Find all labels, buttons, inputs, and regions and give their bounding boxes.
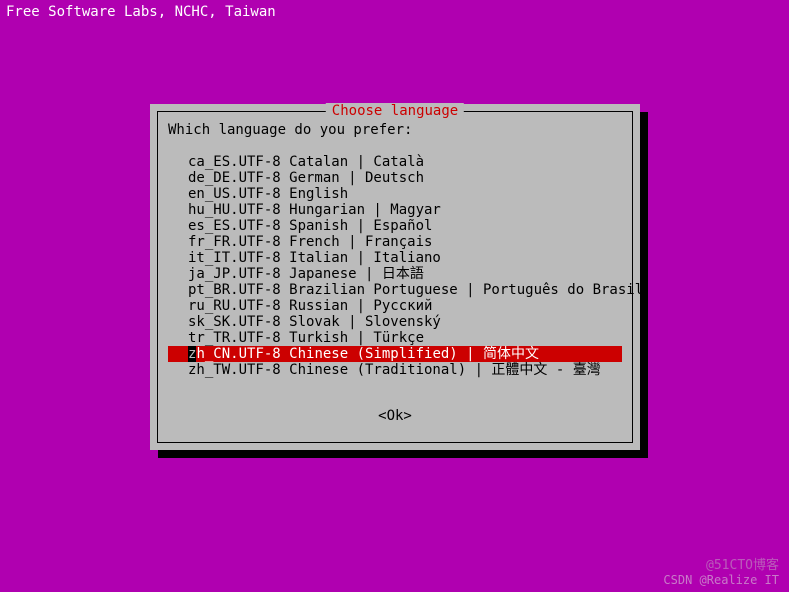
header-text: Free Software Labs, NCHC, Taiwan bbox=[6, 4, 276, 20]
language-option[interactable]: ja_JP.UTF-8 Japanese | 日本語 bbox=[168, 266, 622, 282]
language-option[interactable]: sk_SK.UTF-8 Slovak | Slovenský bbox=[168, 314, 622, 330]
language-option[interactable]: zh_CN.UTF-8 Chinese (Simplified) | 简体中文 bbox=[168, 346, 622, 362]
language-option[interactable]: en_US.UTF-8 English bbox=[168, 186, 622, 202]
language-option[interactable]: tr_TR.UTF-8 Turkish | Türkçe bbox=[168, 330, 622, 346]
dialog-prompt: Which language do you prefer: bbox=[168, 122, 412, 138]
language-option[interactable]: zh_TW.UTF-8 Chinese (Traditional) | 正體中文… bbox=[168, 362, 622, 378]
language-option[interactable]: ca_ES.UTF-8 Catalan | Català bbox=[168, 154, 622, 170]
language-option[interactable]: de_DE.UTF-8 German | Deutsch bbox=[168, 170, 622, 186]
watermark-csdn: CSDN @Realize IT bbox=[663, 572, 779, 588]
language-dialog: Choose language Which language do you pr… bbox=[150, 104, 640, 450]
language-option[interactable]: it_IT.UTF-8 Italian | Italiano bbox=[168, 250, 622, 266]
language-option[interactable]: fr_FR.UTF-8 French | Français bbox=[168, 234, 622, 250]
language-option[interactable]: hu_HU.UTF-8 Hungarian | Magyar bbox=[168, 202, 622, 218]
language-option[interactable]: pt_BR.UTF-8 Brazilian Portuguese | Portu… bbox=[168, 282, 622, 298]
language-list[interactable]: ca_ES.UTF-8 Catalan | Catalàde_DE.UTF-8 … bbox=[168, 154, 622, 378]
dialog-border: Choose language Which language do you pr… bbox=[157, 111, 633, 443]
language-option[interactable]: es_ES.UTF-8 Spanish | Español bbox=[168, 218, 622, 234]
dialog-title: Choose language bbox=[326, 103, 464, 119]
language-option[interactable]: ru_RU.UTF-8 Russian | Русский bbox=[168, 298, 622, 314]
ok-button[interactable]: <Ok> bbox=[158, 408, 632, 424]
